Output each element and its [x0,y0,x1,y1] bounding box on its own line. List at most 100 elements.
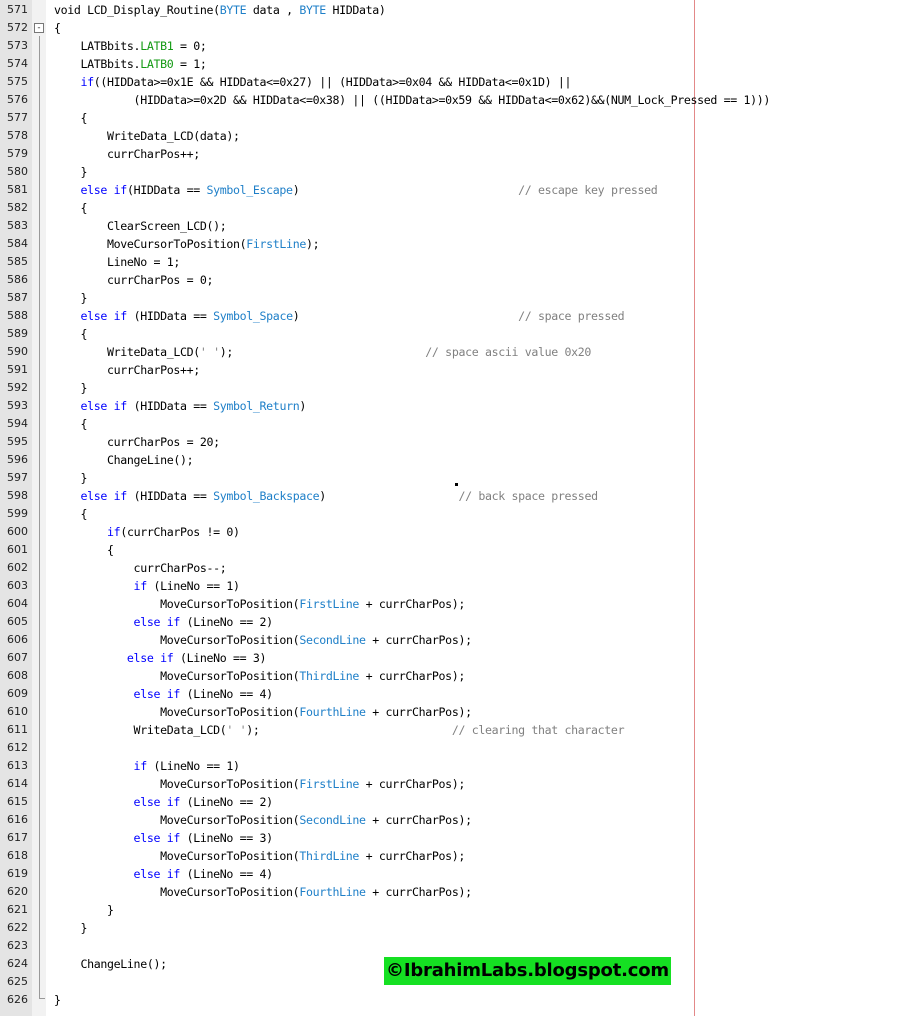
line-number: 592 [7,381,28,394]
code-line[interactable]: 616 MoveCursorToPosition(SecondLine + cu… [0,811,924,829]
code-line[interactable]: 615 else if (LineNo == 2) [0,793,924,811]
code-line[interactable]: 596 ChangeLine(); [0,451,924,469]
code-line[interactable]: 611 WriteData_LCD(' '); // clearing that… [0,721,924,739]
code-content: { [54,199,88,217]
collapse-icon[interactable]: - [34,23,44,33]
code-line[interactable]: 573 LATBbits.LATB1 = 0; [0,37,924,55]
code-editor[interactable]: 571 void LCD_Display_Routine(BYTE data , … [0,0,924,1016]
code-line[interactable]: 613 if (LineNo == 1) [0,757,924,775]
code-line[interactable]: 604 MoveCursorToPosition(FirstLine + cur… [0,595,924,613]
code-line[interactable]: 612 [0,739,924,757]
code-line[interactable]: 626} [0,991,924,1009]
code-text: + currCharPos); [358,777,466,791]
code-line[interactable]: 602 currCharPos--; [0,559,924,577]
code-text: MoveCursorToPosition( [54,669,300,683]
code-line[interactable]: 572-{ [0,19,924,37]
code-line[interactable]: 595 currCharPos = 20; [0,433,924,451]
code-text: { [54,327,88,341]
line-number: 578 [7,129,28,142]
code-line[interactable]: 579 currCharPos++; [0,145,924,163]
code-line[interactable]: 593 else if (HIDData == Symbol_Return) [0,397,924,415]
line-number: 614 [7,777,28,790]
code-line[interactable]: 587 } [0,289,924,307]
code-line[interactable]: 575 if((HIDData>=0x1E && HIDData<=0x27) … [0,73,924,91]
code-line[interactable]: 585 LineNo = 1; [0,253,924,271]
line-number: 621 [7,903,28,916]
line-number: 582 [7,201,28,214]
code-line[interactable]: 617 else if (LineNo == 3) [0,829,924,847]
code-text: (HIDData == [126,489,214,503]
code-text: WriteData_LCD( [54,345,200,359]
line-number: 623 [7,939,28,952]
code-line[interactable]: 610 MoveCursorToPosition(FourthLine + cu… [0,703,924,721]
code-line[interactable]: 589 { [0,325,924,343]
code-text: = 1; [173,57,207,71]
code-line[interactable]: 600 if(currCharPos != 0) [0,523,924,541]
code-content: else if(HIDData == Symbol_Escape) // esc… [54,181,658,199]
code-line[interactable]: 619 else if (LineNo == 4) [0,865,924,883]
line-number: 594 [7,417,28,430]
code-text: } [54,993,61,1007]
code-line[interactable]: 582 { [0,199,924,217]
code-text: MoveCursorToPosition( [54,813,300,827]
code-text: } [54,291,88,305]
code-line[interactable]: 588 else if (HIDData == Symbol_Space) //… [0,307,924,325]
code-text: ); [246,723,452,737]
code-line[interactable]: 576 (HIDData>=0x2D && HIDData<=0x38) || … [0,91,924,109]
code-text: currCharPos++; [54,147,200,161]
code-content: MoveCursorToPosition(SecondLine + currCh… [54,811,472,829]
line-number: 626 [7,993,28,1006]
code-line[interactable]: 597 } [0,469,924,487]
code-text: } [54,381,88,395]
code-content: else if (HIDData == Symbol_Return) [54,397,307,415]
code-content: else if (LineNo == 2) [54,793,274,811]
code-line[interactable]: 599 { [0,505,924,523]
code-line[interactable]: 608 MoveCursorToPosition(ThirdLine + cur… [0,667,924,685]
code-line[interactable]: 594 { [0,415,924,433]
code-line[interactable]: 606 MoveCursorToPosition(SecondLine + cu… [0,631,924,649]
identifier-token: FourthLine [299,885,366,899]
line-number: 606 [7,633,28,646]
code-line[interactable]: 618 MoveCursorToPosition(ThirdLine + cur… [0,847,924,865]
code-line[interactable]: 586 currCharPos = 0; [0,271,924,289]
line-number: 590 [7,345,28,358]
code-text: ChangeLine(); [54,957,168,971]
code-line[interactable]: 578 WriteData_LCD(data); [0,127,924,145]
code-line[interactable]: 584 MoveCursorToPosition(FirstLine); [0,235,924,253]
code-line[interactable]: 614 MoveCursorToPosition(FirstLine + cur… [0,775,924,793]
code-content: WriteData_LCD(' '); // space ascii value… [54,343,591,361]
code-line[interactable]: 577 { [0,109,924,127]
code-line[interactable]: 623 [0,937,924,955]
code-line[interactable]: 574 LATBbits.LATB0 = 1; [0,55,924,73]
line-number: 609 [7,687,28,700]
identifier-token: Symbol_Escape [206,183,294,197]
code-line[interactable]: 603 if (LineNo == 1) [0,577,924,595]
code-line[interactable]: 622 } [0,919,924,937]
line-number: 586 [7,273,28,286]
code-line[interactable]: 621 } [0,901,924,919]
code-line[interactable]: 591 currCharPos++; [0,361,924,379]
code-line[interactable]: 598 else if (HIDData == Symbol_Backspace… [0,487,924,505]
code-line[interactable]: 592 } [0,379,924,397]
code-line[interactable]: 583 ClearScreen_LCD(); [0,217,924,235]
code-content: else if (LineNo == 2) [54,613,274,631]
code-line[interactable]: 607 else if (LineNo == 3) [0,649,924,667]
code-text: ); [219,345,426,359]
code-line[interactable]: 620 MoveCursorToPosition(FourthLine + cu… [0,883,924,901]
code-line[interactable]: 601 { [0,541,924,559]
code-line[interactable]: 580 } [0,163,924,181]
code-content: ChangeLine(); [54,451,194,469]
code-line[interactable]: 605 else if (LineNo == 2) [0,613,924,631]
line-number: 602 [7,561,28,574]
line-number: 587 [7,291,28,304]
code-content: ChangeLine(); [54,955,168,973]
code-line[interactable]: 590 WriteData_LCD(' '); // space ascii v… [0,343,924,361]
code-text: ) [292,309,519,323]
code-line[interactable]: 581 else if(HIDData == Symbol_Escape) //… [0,181,924,199]
code-line[interactable]: 571 void LCD_Display_Routine(BYTE data , … [0,1,924,19]
keyword-token: else if [54,399,128,413]
code-text: MoveCursorToPosition( [54,777,300,791]
code-text: + currCharPos); [365,813,472,827]
code-text: { [54,543,114,557]
code-line[interactable]: 609 else if (LineNo == 4) [0,685,924,703]
